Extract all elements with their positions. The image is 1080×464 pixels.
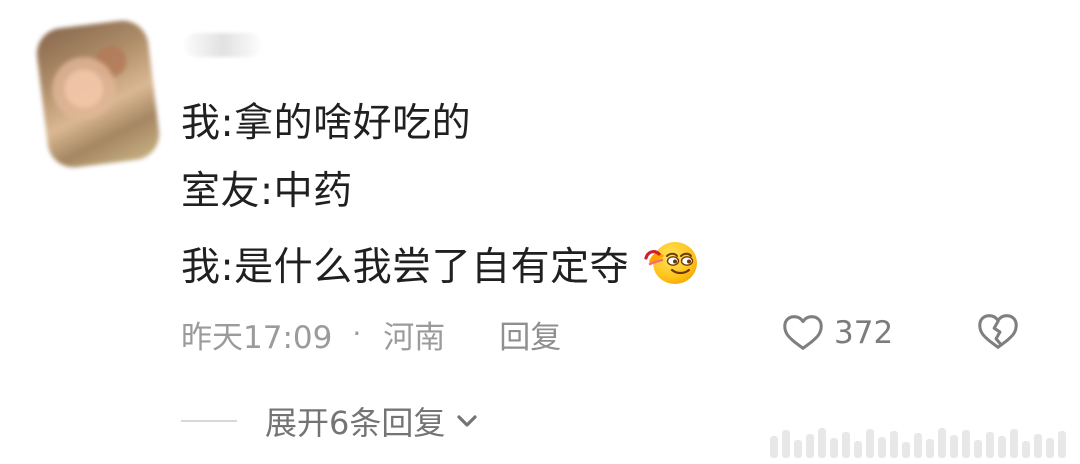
like-button[interactable]: 372 [780, 309, 893, 357]
comment-line-2: 室友:中药 [181, 172, 353, 211]
comment-meta-row: 昨天17:09 · 河南 回复 [181, 312, 561, 356]
heart-icon [783, 315, 823, 350]
comment-line-1: 我:拿的啥好吃的 [181, 104, 471, 143]
comment-time: 昨天17:09 [181, 319, 333, 356]
like-count: 372 [834, 315, 894, 351]
avatar[interactable] [33, 17, 163, 171]
expand-replies-button[interactable]: 展开6条回复 [181, 399, 481, 443]
chevron-down-icon [457, 415, 477, 427]
meta-separator-dot: · [352, 316, 362, 350]
dislike-button[interactable] [975, 309, 1023, 357]
comment-location: 河南 [383, 319, 446, 356]
comment-card: 我:拿的啥好吃的 室友:中药 我:是什么我尝了自有定夺 昨天17:09 · 河南… [0, 0, 1080, 464]
expand-divider [181, 420, 237, 422]
comment-text-1: 我:拿的啥好吃的 [181, 101, 472, 146]
comment-line-3: 我:是什么我尝了自有定夺 [181, 240, 700, 287]
reply-button[interactable]: 回复 [499, 312, 561, 357]
expand-replies-label: 展开6条回复 [265, 404, 446, 442]
comment-text-3: 我:是什么我尝了自有定夺 [181, 245, 630, 290]
username-obscured [184, 33, 262, 57]
broken-heart-icon [978, 314, 1018, 349]
smirking-drool-emoji-icon [644, 240, 700, 286]
comment-text-2: 室友:中药 [181, 169, 353, 214]
watermark [770, 426, 1068, 458]
